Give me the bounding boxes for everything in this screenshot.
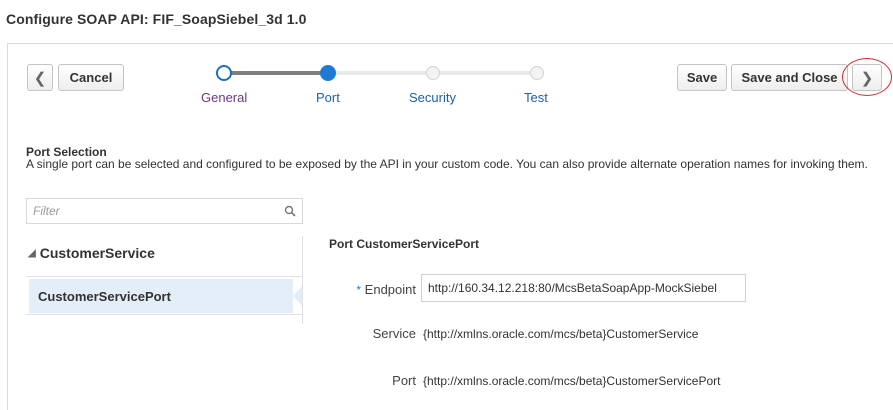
train-step-general-dot[interactable] [216, 65, 232, 81]
endpoint-input[interactable] [421, 274, 746, 302]
page-title: Configure SOAP API: FIF_SoapSiebel_3d 1.… [6, 11, 307, 27]
filter-field [26, 198, 303, 224]
detail-title: Port CustomerServicePort [329, 237, 480, 251]
chevron-right-icon: ❯ [860, 69, 874, 87]
train-step-security: Security [409, 90, 456, 105]
train-step-test-dot [530, 66, 544, 80]
train-step-general[interactable]: General [201, 90, 247, 105]
tree-group-customerservice[interactable]: ◢ CustomerService [28, 245, 155, 261]
train-step-test: Test [524, 90, 548, 105]
train-step-port-dot [320, 65, 336, 81]
chevron-left-icon: ❮ [33, 69, 47, 87]
service-label: Service [372, 326, 416, 341]
save-button[interactable]: Save [677, 64, 727, 91]
tree-group-label: CustomerService [39, 245, 155, 261]
endpoint-label-text: Endpoint [364, 282, 416, 297]
tree-panel-divider [302, 236, 303, 324]
section-description: A single port can be selected and config… [26, 157, 868, 171]
train-step-security-dot [426, 66, 440, 80]
filter-input[interactable] [27, 199, 267, 223]
save-and-close-button[interactable]: Save and Close [731, 64, 848, 91]
endpoint-label: * Endpoint [340, 282, 416, 297]
train-progress-done [224, 71, 328, 75]
required-icon: * [356, 283, 362, 297]
tree-divider [26, 314, 303, 315]
service-value: {http://xmlns.oracle.com/mcs/beta}Custom… [423, 327, 699, 341]
search-icon[interactable] [284, 205, 296, 217]
back-button[interactable]: ❮ [27, 64, 53, 91]
cancel-button[interactable]: Cancel [58, 64, 124, 91]
port-label: Port [392, 373, 416, 388]
port-value: {http://xmlns.oracle.com/mcs/beta}Custom… [423, 374, 721, 388]
tree-divider [26, 276, 303, 277]
train-step-port: Port [316, 90, 340, 105]
next-button[interactable]: ❯ [852, 64, 882, 91]
collapse-triangle-icon[interactable]: ◢ [28, 248, 36, 259]
tree-item-customerserviceport[interactable]: CustomerServicePort [29, 279, 293, 313]
